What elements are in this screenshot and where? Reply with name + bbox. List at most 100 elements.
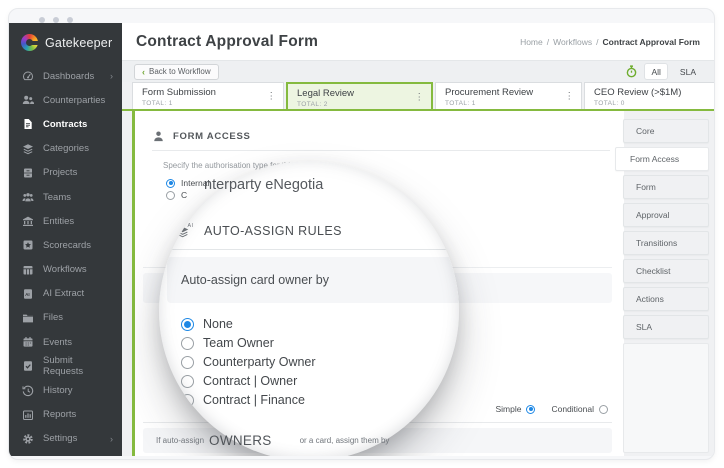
- sidebar-item-events[interactable]: Events: [9, 330, 122, 354]
- teams-icon: [22, 191, 34, 203]
- auto-assign-owner-label: Auto-assign card owner by: [167, 257, 459, 303]
- mode-conditional[interactable]: Conditional: [551, 404, 608, 414]
- sidebar-item-contracts[interactable]: Contracts: [9, 112, 122, 136]
- radio-selected-icon[interactable]: [181, 317, 194, 331]
- tab-core[interactable]: Core: [623, 119, 709, 143]
- radio-icon[interactable]: [181, 393, 194, 407]
- chevron-right-icon: ›: [110, 433, 113, 444]
- kebab-menu-icon[interactable]: ⋮: [267, 91, 277, 102]
- breadcrumb-home[interactable]: Home: [520, 37, 543, 47]
- divider: [152, 150, 610, 151]
- sla-timer-icon[interactable]: [625, 65, 638, 78]
- radio-counterparty[interactable]: C: [166, 190, 187, 200]
- chevron-right-icon: ›: [110, 71, 113, 82]
- auto-assign-heading: AI AUTO-ASSIGN RULES: [174, 221, 342, 240]
- brand-name: Gatekeeper: [45, 35, 113, 50]
- window-controls[interactable]: [39, 17, 73, 23]
- gear-icon: [22, 433, 34, 445]
- tab-form[interactable]: Form: [623, 175, 709, 199]
- phase-tab-ceo-review[interactable]: CEO Review (>$1M) TOTAL: 0: [584, 82, 714, 109]
- sidebar-item-entities[interactable]: Entities: [9, 209, 122, 233]
- brand-logo: Gatekeeper: [9, 23, 122, 60]
- gauge-icon: [22, 70, 34, 82]
- kebab-menu-icon[interactable]: ⋮: [565, 91, 575, 102]
- radio-none[interactable]: None: [181, 316, 316, 332]
- radio-counterparty-owner[interactable]: Counterparty Owner: [181, 354, 316, 370]
- app-window: Gatekeeper Dashboards › Counterparties C…: [8, 8, 715, 460]
- sidebar-item-workflows[interactable]: Workflows: [9, 258, 122, 282]
- radio-icon[interactable]: [181, 355, 194, 369]
- phase-content: FORM ACCESS Specify the authorisation ty…: [122, 111, 714, 456]
- auto-assign-options: None Team Owner Counterparty Owner Contr…: [181, 316, 316, 408]
- phase-tab-procurement-review[interactable]: Procurement Review TOTAL: 1 ⋮: [435, 82, 582, 109]
- tab-actions[interactable]: Actions: [623, 287, 709, 311]
- kebab-menu-icon[interactable]: ⋮: [415, 92, 425, 103]
- window-dot-icon[interactable]: [39, 17, 45, 23]
- document-check-icon: [22, 360, 34, 372]
- radio-icon[interactable]: [166, 190, 175, 200]
- ai-document-icon: AI: [22, 288, 34, 300]
- rule-mode-toggle: Simple Conditional: [495, 404, 608, 414]
- filter-all-button[interactable]: All: [645, 64, 667, 79]
- radio-icon[interactable]: [181, 336, 194, 350]
- main-area: Contract Approval Form Home / Workflows …: [122, 23, 714, 456]
- sidebar-item-categories[interactable]: Categories: [9, 137, 122, 161]
- breadcrumb: Home / Workflows / Contract Approval For…: [520, 37, 700, 47]
- tab-approval[interactable]: Approval: [623, 203, 709, 227]
- sidebar-item-ai-extract[interactable]: AI AI Extract: [9, 282, 122, 306]
- magnified-text-fragment: OWNERS: [209, 433, 272, 448]
- radio-selected-icon[interactable]: [526, 404, 536, 414]
- breadcrumb-current: Contract Approval Form: [602, 36, 700, 47]
- workflow-grid-icon: [22, 264, 34, 276]
- ai-layers-icon: AI: [176, 223, 194, 238]
- tab-transitions[interactable]: Transitions: [623, 231, 709, 255]
- sidebar-item-dashboards[interactable]: Dashboards ›: [9, 64, 122, 88]
- radio-icon[interactable]: [599, 404, 608, 414]
- tab-column-spacer: [623, 343, 709, 453]
- people-icon: [22, 94, 34, 106]
- mode-simple[interactable]: Simple: [495, 404, 536, 414]
- window-dot-icon[interactable]: [53, 17, 59, 23]
- sidebar-item-projects[interactable]: Projects: [9, 161, 122, 185]
- radio-selected-icon[interactable]: [166, 178, 175, 188]
- back-to-workflow-button[interactable]: ‹ Back to Workflow: [134, 63, 219, 80]
- sidebar-item-submit-requests[interactable]: Submit Requests: [9, 354, 122, 378]
- bank-icon: [22, 215, 34, 227]
- svg-text:AI: AI: [188, 223, 194, 229]
- sidebar-item-reports[interactable]: Reports: [9, 403, 122, 427]
- sidebar-nav: Dashboards › Counterparties Contracts Ca…: [9, 60, 122, 456]
- sidebar-item-files[interactable]: Files: [9, 306, 122, 330]
- sidebar-item-scorecards[interactable]: Scorecards: [9, 233, 122, 257]
- sidebar-item-teams[interactable]: Teams: [9, 185, 122, 209]
- chevron-left-icon: ‹: [142, 66, 145, 77]
- sidebar-item-settings[interactable]: Settings ›: [9, 427, 122, 451]
- history-clock-icon: [22, 385, 34, 397]
- calendar-icon: [22, 336, 34, 348]
- breadcrumb-separator: /: [546, 36, 550, 47]
- breadcrumb-workflows[interactable]: Workflows: [553, 37, 592, 47]
- tab-sla[interactable]: SLA: [623, 315, 709, 339]
- radio-internal[interactable]: Internal: [166, 178, 209, 188]
- sidebar-item-history[interactable]: History: [9, 378, 122, 402]
- page-header: Contract Approval Form Home / Workflows …: [122, 23, 714, 60]
- filter-sla-button[interactable]: SLA: [674, 64, 702, 79]
- radio-contract-finance[interactable]: Contract | Finance: [181, 392, 316, 408]
- divider: [167, 249, 459, 250]
- bar-chart-icon: [22, 409, 34, 421]
- tab-checklist[interactable]: Checklist: [623, 259, 709, 283]
- folder-icon: [22, 312, 34, 324]
- window-dot-icon[interactable]: [67, 17, 73, 23]
- sidebar-item-counterparties[interactable]: Counterparties: [9, 88, 122, 112]
- sidebar: Gatekeeper Dashboards › Counterparties C…: [9, 23, 122, 456]
- radio-team-owner[interactable]: Team Owner: [181, 335, 316, 351]
- gatekeeper-logo-icon: [21, 34, 39, 51]
- radio-icon[interactable]: [181, 374, 194, 388]
- breadcrumb-separator: /: [596, 36, 599, 47]
- phase-tab-form-submission[interactable]: Form Submission TOTAL: 1 ⋮: [132, 82, 284, 109]
- tab-form-access[interactable]: Form Access: [615, 147, 709, 171]
- phase-tab-legal-review[interactable]: Legal Review TOTAL: 2 ⋮: [286, 82, 433, 109]
- phase-tab-bar: Form Submission TOTAL: 1 ⋮ Legal Review …: [122, 82, 714, 111]
- radio-contract-owner[interactable]: Contract | Owner: [181, 373, 316, 389]
- magnifier-loupe: AI AUTO-ASSIGN RULES Auto-assign card ow…: [159, 161, 459, 456]
- layers-icon: [22, 143, 34, 155]
